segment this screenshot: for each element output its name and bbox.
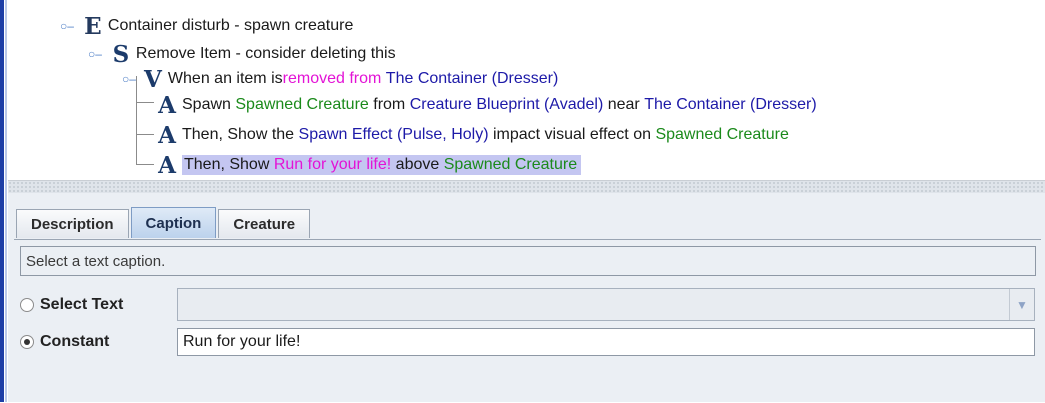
- tab-description[interactable]: Description: [16, 209, 129, 238]
- tree-connector: [136, 102, 154, 103]
- action-variable: Spawned Creature: [235, 96, 369, 113]
- condition-text: When an item is: [167, 70, 283, 87]
- constant-radio[interactable]: [20, 335, 34, 349]
- action-caption: Run for your life!: [273, 156, 392, 173]
- constant-label[interactable]: Constant: [40, 333, 109, 351]
- tree-node-event[interactable]: ○– E Container disturb - spawn creature: [60, 12, 354, 40]
- action-text: from: [368, 96, 410, 113]
- selection-highlight: Then, Show Run for your life! above Spaw…: [182, 155, 582, 175]
- expand-toggle-icon[interactable]: ○–: [60, 19, 74, 33]
- event-label: Container disturb - spawn creature: [107, 17, 354, 34]
- constant-row: Constant: [20, 327, 109, 357]
- tab-creature[interactable]: Creature: [218, 209, 311, 238]
- condition-keyword: removed from: [282, 70, 382, 87]
- action-reference: Spawn Effect (Pulse, Holy): [298, 126, 489, 143]
- action-text: above: [391, 156, 444, 173]
- select-text-label[interactable]: Select Text: [40, 296, 123, 314]
- action-text: Then, Show the: [182, 126, 299, 143]
- script-tree[interactable]: ○– E Container disturb - spawn creature …: [8, 0, 1045, 180]
- tree-connector: [136, 134, 154, 135]
- select-text-radio[interactable]: [20, 298, 34, 312]
- action-variable: Spawned Creature: [655, 126, 789, 143]
- condition-icon: V: [143, 65, 162, 93]
- tree-node-action[interactable]: A Then, Show the Spawn Effect (Pulse, Ho…: [156, 121, 789, 149]
- action-icon: A: [158, 121, 176, 149]
- action-reference: Creature Blueprint (Avadel): [409, 96, 604, 113]
- select-text-row: Select Text: [20, 290, 123, 320]
- tree-node-action-selected[interactable]: A Then, Show Run for your life! above Sp…: [156, 151, 582, 179]
- action-text: Spawn: [182, 96, 236, 113]
- split-pane-divider[interactable]: [8, 180, 1045, 194]
- left-border: [0, 0, 4, 402]
- action-variable: Spawned Creature: [443, 156, 578, 173]
- properties-panel: Description Caption Creature Select a te…: [8, 193, 1045, 402]
- description-box: Select a text caption.: [20, 246, 1036, 276]
- action-reference: The Container (Dresser): [644, 96, 817, 113]
- chevron-down-icon[interactable]: ▼: [1009, 289, 1034, 320]
- tree-node-condition[interactable]: ○– V When an item is removed from The Co…: [122, 65, 559, 93]
- script-icon: S: [112, 40, 130, 68]
- constant-text-field[interactable]: Run for your life!: [177, 328, 1035, 356]
- script-label: Remove Item - consider deleting this: [135, 45, 396, 62]
- event-icon: E: [84, 12, 102, 40]
- expand-toggle-icon[interactable]: ○–: [88, 47, 102, 61]
- action-text: near: [603, 96, 645, 113]
- action-icon: A: [158, 151, 176, 179]
- select-text-combo[interactable]: ▼: [177, 288, 1035, 321]
- action-text: impact visual effect on: [488, 126, 656, 143]
- tree-connector: [136, 164, 154, 165]
- tree-node-script[interactable]: ○– S Remove Item - consider deleting thi…: [88, 40, 396, 68]
- tab-caption[interactable]: Caption: [130, 207, 217, 238]
- left-border-inner: [5, 0, 7, 402]
- condition-reference: The Container (Dresser): [385, 70, 559, 87]
- tab-bar: Description Caption Creature: [16, 207, 312, 239]
- tree-node-action[interactable]: A Spawn Spawned Creature from Creature B…: [156, 91, 817, 119]
- expand-toggle-icon[interactable]: ○–: [122, 72, 136, 86]
- action-icon: A: [158, 91, 176, 119]
- action-text: Then, Show: [184, 156, 274, 173]
- caption-tab-content: Select a text caption. Select Text ▼ Con…: [14, 239, 1041, 403]
